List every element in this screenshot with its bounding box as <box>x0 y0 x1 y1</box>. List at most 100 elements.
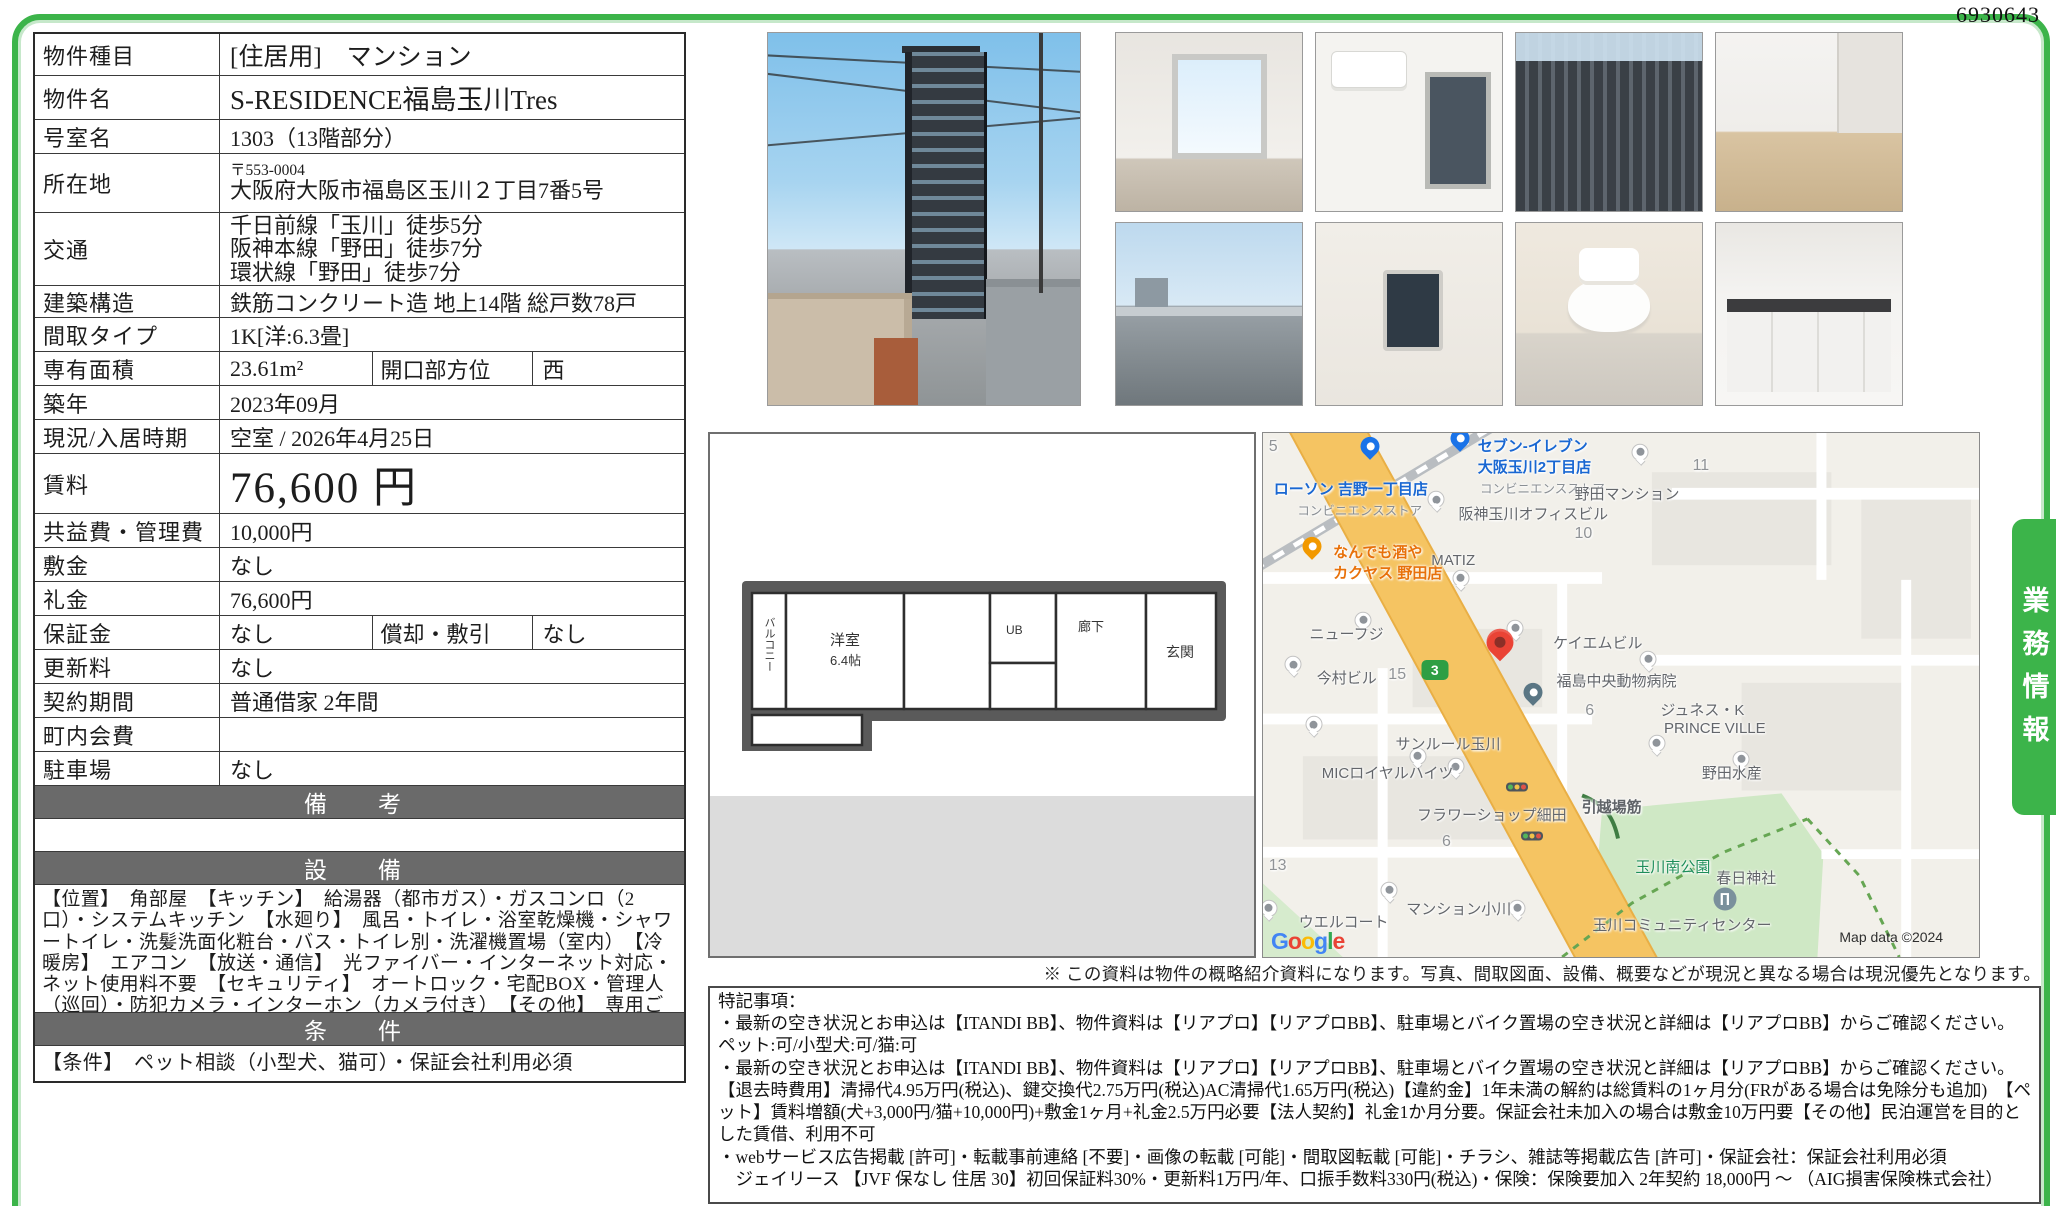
map-label: MATIZ <box>1431 552 1475 569</box>
google-logo: Google <box>1271 928 1344 955</box>
table-row: 専有面積23.61m²開口部方位西 <box>35 351 684 385</box>
remarks-body <box>35 818 684 851</box>
map-label: ケイエムビル <box>1553 632 1643 653</box>
property-flyer-page: 6930643 物件種目[住居用] マンション物件名S-RESIDENCE福島玉… <box>0 0 2056 1206</box>
row-value: なし <box>220 650 684 683</box>
table-row: 共益費・管理費10,000円 <box>35 513 684 547</box>
row-label: 現況/入居時期 <box>35 420 220 453</box>
row-label: 町内会費 <box>35 718 220 751</box>
map-label: ニューフジ <box>1310 623 1384 644</box>
table-row: 契約期間普通借家 2年間 <box>35 683 684 717</box>
map-disclaimer: ※ この資料は物件の概略紹介資料になります。写真、間取図面、設備、概要などが現況… <box>700 961 2041 986</box>
map-label: セブン-イレブン <box>1478 435 1588 456</box>
photo-aircon-room <box>1315 32 1503 212</box>
table-row: 物件名S-RESIDENCE福島玉川Tres <box>35 75 684 119</box>
table-row: 更新料なし <box>35 649 684 683</box>
table-row: 間取タイプ1K[洋:6.3畳] <box>35 317 684 351</box>
table-row: 保証金なし償却・敷引なし <box>35 615 684 649</box>
row-value-2: 西 <box>533 352 685 385</box>
row-value: 空室 / 2026年4月25日 <box>220 420 684 453</box>
table-row: 町内会費 <box>35 717 684 751</box>
table-row: 築年2023年09月 <box>35 385 684 419</box>
map-label: 大阪玉川2丁目店 <box>1478 456 1591 477</box>
table-row: 交通千日前線「玉川」徒歩5分阪神本線「野田」徒歩7分環状線「野田」徒歩7分 <box>35 212 684 285</box>
row-value: 2023年09月 <box>220 386 684 419</box>
row-value <box>220 718 684 751</box>
row-label: 築年 <box>35 386 220 419</box>
plan-room-label: 洋室 <box>830 632 860 649</box>
row-label: 敷金 <box>35 548 220 581</box>
map-label: 13 <box>1269 857 1287 875</box>
floor-plan-drawing: バルコニー 洋室 6.4帖 UB 廊下 玄関 <box>738 539 1230 789</box>
map-label: ジュネス・K <box>1660 699 1744 720</box>
photo-room-corner <box>1715 32 1903 212</box>
row-value: 千日前線「玉川」徒歩5分阪神本線「野田」徒歩7分環状線「野田」徒歩7分 <box>220 213 684 285</box>
plan-hall-label: 廊下 <box>1078 619 1104 634</box>
row-label: 号室名 <box>35 120 220 153</box>
property-detail-table: 物件種目[住居用] マンション物件名S-RESIDENCE福島玉川Tres号室名… <box>33 32 686 1083</box>
row-value: [住居用] マンション <box>220 34 684 75</box>
table-row: 駐車場なし <box>35 751 684 785</box>
plan-balcony-label: バルコニー <box>763 617 776 672</box>
row-value: 1K[洋:6.3畳] <box>220 318 684 351</box>
row-label: 建築構造 <box>35 286 220 317</box>
map-pin-gray-icon <box>1305 716 1322 733</box>
equipment-body: 【位置】 角部屋 【キッチン】 給湯器（都市ガス）・ガスコンロ（2口）・システム… <box>35 884 684 1012</box>
map-label: フラワーショップ細田 <box>1417 804 1567 825</box>
utility-pole <box>1039 33 1043 293</box>
row-value: 鉄筋コンクリート造 地上14階 総戸数78戸 <box>220 286 684 317</box>
photo-building-exterior <box>767 32 1081 406</box>
row-value: 普通借家 2年間 <box>220 684 684 717</box>
map-pin-gray-icon <box>1381 881 1398 898</box>
remarks-header: 備 考 <box>35 785 684 818</box>
map-pin-gray-icon <box>1648 735 1665 752</box>
table-row: 建築構造鉄筋コンクリート造 地上14階 総戸数78戸 <box>35 285 684 317</box>
map-label: 今村ビル <box>1317 667 1377 688</box>
row-value: S-RESIDENCE福島玉川Tres <box>220 76 684 119</box>
map-pin-gray-icon <box>1452 570 1469 587</box>
row-label: 契約期間 <box>35 684 220 717</box>
map-label: サンルール玉川 <box>1395 733 1500 754</box>
row-value: 76,600 円 <box>220 454 684 513</box>
note-line: ・webサービス広告掲載 [許可]・転載事前連絡 [不要]・画像の転載 [可能]… <box>718 1146 2031 1168</box>
note-line: 特記事項： <box>718 990 2031 1012</box>
special-notes-box: 特記事項：・最新の空き状況とお申込は【ITANDI BB】、物件資料は【リアプロ… <box>708 986 2041 1204</box>
map-label: 春日神社 <box>1716 867 1776 888</box>
map-pin-traffic-icon <box>1521 832 1543 841</box>
map-label: 玉川南公園 <box>1635 856 1710 877</box>
map-label: 15 <box>1388 666 1406 684</box>
table-row: 現況/入居時期空室 / 2026年4月25日 <box>35 419 684 453</box>
row-label-2: 開口部方位 <box>373 352 533 385</box>
map-pin-route-icon: 3 <box>1421 660 1448 680</box>
map-label: 6 <box>1585 702 1594 720</box>
photo-street-view <box>1115 222 1303 406</box>
document-number: 6930643 <box>1956 2 2040 28</box>
business-info-tab[interactable]: 業務情報 <box>2012 519 2056 815</box>
photo-intercom-monitor <box>1315 222 1503 406</box>
map-label: コンビニエンスストア <box>1297 500 1422 519</box>
row-value: なし <box>220 752 684 785</box>
row-value: なし <box>220 548 684 581</box>
row-value: 76,600円 <box>220 582 684 615</box>
row-label: 賃料 <box>35 454 220 513</box>
row-label: 物件名 <box>35 76 220 119</box>
plan-room-size: 6.4帖 <box>830 653 861 668</box>
map-label: 野田マンション <box>1574 483 1679 504</box>
equipment-header: 設 備 <box>35 851 684 884</box>
row-label: 駐車場 <box>35 752 220 785</box>
map-label: 阪神玉川オフィスビル <box>1458 503 1608 524</box>
row-label: 間取タイプ <box>35 318 220 351</box>
map-label: ローソン 吉野一丁目店 <box>1274 478 1428 499</box>
row-label: 共益費・管理費 <box>35 514 220 547</box>
map-pin-gray-icon <box>1509 900 1526 917</box>
map-label: カクヤス 野田店 <box>1333 562 1442 583</box>
row-value: 23.61m² <box>220 352 373 385</box>
row-label: 物件種目 <box>35 34 220 75</box>
photo-kitchen <box>1715 222 1903 406</box>
row-value: 1303（13階部分） <box>220 120 684 153</box>
map-pin-gray-icon <box>1428 491 1445 508</box>
row-value: 〒553-0004大阪府大阪市福島区玉川２丁目7番5号 <box>220 154 684 212</box>
photo-toilet <box>1515 222 1703 406</box>
table-row: 賃料76,600 円 <box>35 453 684 513</box>
plan-entrance-label: 玄関 <box>1166 644 1194 660</box>
